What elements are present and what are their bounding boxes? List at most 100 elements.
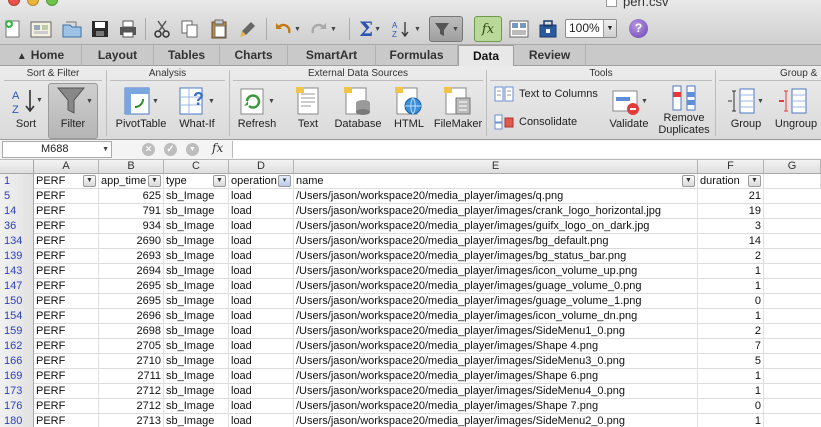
tab-layout[interactable]: Layout <box>82 45 154 66</box>
formula-input[interactable] <box>232 141 821 158</box>
table-cell[interactable]: /Users/jason/workspace20/media_player/im… <box>294 219 698 234</box>
table-cell[interactable]: 19 <box>698 204 764 219</box>
cut-button[interactable] <box>151 16 173 42</box>
autofilter-dropdown-button[interactable]: ▼ <box>748 175 761 187</box>
table-cell[interactable]: 791 <box>99 204 164 219</box>
table-cell[interactable]: sb_Image <box>164 384 229 399</box>
validate-button[interactable]: ▼ Validate <box>606 84 652 130</box>
row-number[interactable]: 169 <box>0 369 34 384</box>
table-cell[interactable]: 1 <box>698 309 764 324</box>
confirm-edit-button[interactable]: ✓ <box>164 143 177 156</box>
table-cell[interactable]: 5 <box>698 354 764 369</box>
table-cell[interactable]: load <box>229 279 294 294</box>
table-cell[interactable]: /Users/jason/workspace20/media_player/im… <box>294 384 698 399</box>
autofilter-dropdown-button[interactable]: ▾ <box>278 175 291 187</box>
row-number[interactable]: 150 <box>0 294 34 309</box>
table-cell[interactable]: 1 <box>698 384 764 399</box>
table-cell[interactable]: load <box>229 249 294 264</box>
table-cell[interactable]: 934 <box>99 219 164 234</box>
table-cell[interactable]: 2705 <box>99 339 164 354</box>
what-if-button[interactable]: ? ▼ What-If <box>172 84 222 130</box>
select-all-corner[interactable] <box>0 160 34 174</box>
toolbox-button[interactable] <box>535 16 561 42</box>
row-number[interactable]: 166 <box>0 354 34 369</box>
column-header-b[interactable]: B <box>99 160 164 174</box>
table-cell[interactable]: 1 <box>698 264 764 279</box>
table-cell[interactable]: 2690 <box>99 234 164 249</box>
undo-button[interactable]: ▼ <box>272 16 302 42</box>
row-number[interactable]: 1 <box>0 174 34 189</box>
table-cell[interactable]: 0 <box>698 294 764 309</box>
table-cell[interactable]: 2694 <box>99 264 164 279</box>
tab-review[interactable]: Review <box>514 45 586 66</box>
table-cell[interactable]: 2695 <box>99 279 164 294</box>
help-button[interactable]: ? <box>629 19 648 38</box>
table-cell[interactable]: sb_Image <box>164 324 229 339</box>
templates-button[interactable] <box>28 16 54 42</box>
autofilter-dropdown-button[interactable]: ▼ <box>148 175 161 187</box>
table-cell[interactable]: 2713 <box>99 414 164 427</box>
table-cell[interactable]: PERF <box>34 354 99 369</box>
table-cell[interactable]: /Users/jason/workspace20/media_player/im… <box>294 249 698 264</box>
row-number[interactable]: 173 <box>0 384 34 399</box>
table-cell[interactable]: 0 <box>698 399 764 414</box>
table-cell[interactable]: 2712 <box>99 399 164 414</box>
table-cell[interactable]: load <box>229 309 294 324</box>
column-header-f[interactable]: F <box>698 160 764 174</box>
close-window-button[interactable] <box>8 0 20 6</box>
formula-dropdown-button[interactable]: ▼ <box>186 143 199 156</box>
table-cell[interactable] <box>764 174 821 189</box>
table-cell[interactable]: load <box>229 264 294 279</box>
column-title-cell[interactable]: name <box>294 174 698 189</box>
column-header-d[interactable]: D <box>229 160 294 174</box>
table-cell[interactable]: PERF <box>34 339 99 354</box>
remove-duplicates-button[interactable]: Remove Duplicates <box>658 84 710 136</box>
row-number[interactable]: 36 <box>0 219 34 234</box>
table-cell[interactable]: sb_Image <box>164 414 229 427</box>
table-cell[interactable]: sb_Image <box>164 279 229 294</box>
autofilter-dropdown-button[interactable]: ▼ <box>682 175 695 187</box>
format-painter-button[interactable] <box>236 16 262 42</box>
table-cell[interactable]: 1 <box>698 414 764 427</box>
name-box[interactable]: M688 ▼ <box>2 141 112 158</box>
table-cell[interactable]: 14 <box>698 234 764 249</box>
print-button[interactable] <box>117 16 139 42</box>
row-number[interactable]: 180 <box>0 414 34 427</box>
filter-button[interactable]: ▼ Filter <box>50 84 96 130</box>
import-text-button[interactable]: Text <box>290 84 326 130</box>
table-cell[interactable]: 2710 <box>99 354 164 369</box>
table-cell[interactable]: 625 <box>99 189 164 204</box>
tab-data[interactable]: Data <box>458 45 514 67</box>
table-cell[interactable]: /Users/jason/workspace20/media_player/im… <box>294 234 698 249</box>
zoom-select[interactable]: 100% ▼ <box>565 19 617 38</box>
table-cell[interactable]: 2712 <box>99 384 164 399</box>
group-button[interactable]: ▼ Group <box>724 84 768 130</box>
table-cell[interactable]: load <box>229 219 294 234</box>
table-cell[interactable]: load <box>229 234 294 249</box>
table-cell[interactable]: load <box>229 294 294 309</box>
row-number[interactable]: 162 <box>0 339 34 354</box>
row-number[interactable]: 154 <box>0 309 34 324</box>
table-cell[interactable]: PERF <box>34 324 99 339</box>
table-cell[interactable]: 7 <box>698 339 764 354</box>
consolidate-button[interactable]: Consolidate <box>494 114 577 130</box>
table-cell[interactable]: load <box>229 399 294 414</box>
autofilter-dropdown-button[interactable]: ▼ <box>83 175 96 187</box>
table-cell[interactable]: sb_Image <box>164 354 229 369</box>
table-cell[interactable]: /Users/jason/workspace20/media_player/im… <box>294 309 698 324</box>
table-cell[interactable]: 2711 <box>99 369 164 384</box>
table-cell[interactable]: 3 <box>698 219 764 234</box>
html-button[interactable]: HTML <box>390 84 428 130</box>
spreadsheet-grid[interactable]: A B C D E F G 1 PERF ▼ app_time ▼ type ▼ operat… <box>0 160 821 427</box>
row-number[interactable]: 159 <box>0 324 34 339</box>
table-cell[interactable]: 2698 <box>99 324 164 339</box>
tab-charts[interactable]: Charts <box>220 45 288 66</box>
table-cell[interactable]: /Users/jason/workspace20/media_player/im… <box>294 189 698 204</box>
table-cell[interactable]: load <box>229 384 294 399</box>
row-number[interactable]: 143 <box>0 264 34 279</box>
sort-button[interactable]: A Z ▼ Sort <box>6 84 46 130</box>
redo-button[interactable]: ▼ <box>308 16 338 42</box>
table-cell[interactable]: /Users/jason/workspace20/media_player/im… <box>294 369 698 384</box>
table-cell[interactable]: 2 <box>698 324 764 339</box>
cancel-edit-button[interactable]: × <box>142 143 155 156</box>
